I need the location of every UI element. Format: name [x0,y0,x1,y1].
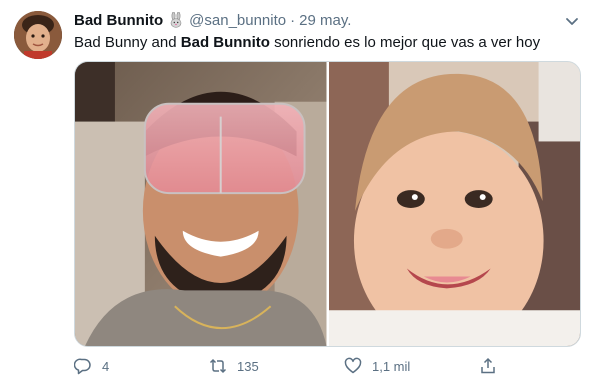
reply-count: 4 [102,358,110,374]
heart-icon [344,357,362,375]
chevron-down-icon[interactable] [563,12,581,30]
like-count: 1,1 mil [372,358,411,374]
reply-button[interactable]: 4 [74,357,109,375]
avatar[interactable] [14,11,62,59]
display-name[interactable]: Bad Bunnito [74,12,163,29]
photo-baby[interactable] [328,62,580,346]
reply-icon [74,357,92,375]
rabbit-icon [168,11,184,28]
share-icon [479,357,497,375]
retweet-count: 135 [237,358,259,374]
user-handle[interactable]: @san_bunnito [189,12,286,29]
tweet-text-bold: Bad Bunnito [180,34,270,51]
tweet-date[interactable]: 29 may. [299,12,351,29]
retweet-button[interactable]: 135 [209,357,259,375]
tweet-header: Bad Bunnito @san_bunnito · 29 may. [74,10,351,30]
retweet-icon [209,357,227,375]
tweet-text-part1: Bad Bunny and [74,34,181,51]
photo-bad-bunny[interactable] [75,62,327,346]
share-button[interactable] [479,357,497,375]
media-grid [74,61,581,347]
tweet-text-part2: sonriendo es lo mejor que vas a ver hoy [269,34,541,51]
tweet-text: Bad Bunny and Bad Bunnito sonriendo es l… [74,33,540,53]
like-button[interactable]: 1,1 mil [344,357,410,375]
tweet-card[interactable]: Bad Bunnito @san_bunnito · 29 may. Bad B… [0,0,595,389]
separator-dot: · [290,11,296,29]
action-bar: 4 135 1,1 mil [74,357,514,379]
